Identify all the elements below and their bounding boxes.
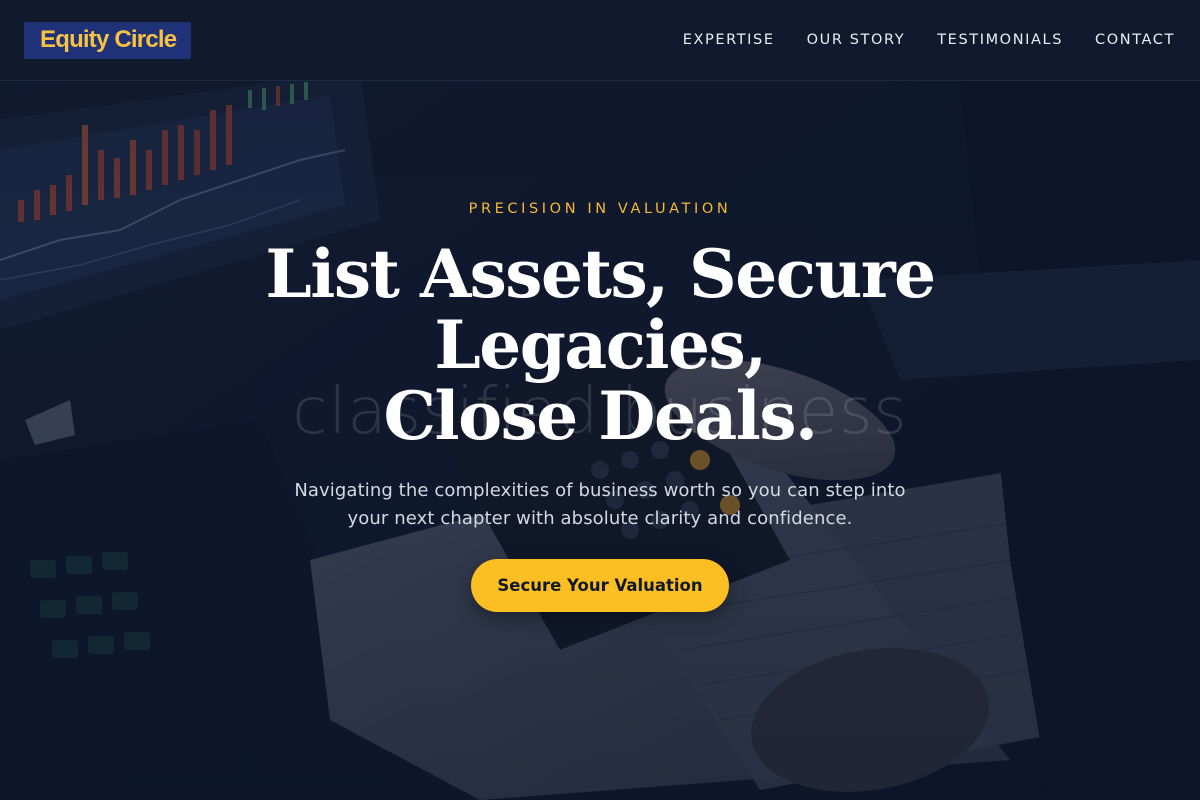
- landing-page: Equity Circle EXPERTISE OUR STORY TESTIM…: [0, 0, 1200, 800]
- nav-link-our-story[interactable]: OUR STORY: [807, 32, 906, 48]
- nav-link-expertise[interactable]: EXPERTISE: [683, 32, 775, 48]
- nav-link-contact[interactable]: CONTACT: [1095, 32, 1175, 48]
- hero-subtext: Navigating the complexities of business …: [270, 477, 930, 533]
- top-navbar: Equity Circle EXPERTISE OUR STORY TESTIM…: [0, 0, 1200, 81]
- hero-section: PRECISION IN VALUATION classified busine…: [0, 81, 1200, 800]
- hero-headline-line-3: Close Deals.: [383, 377, 818, 455]
- hero-headline-line-1: List Assets, Secure: [265, 235, 936, 313]
- secure-valuation-button[interactable]: Secure Your Valuation: [471, 559, 729, 612]
- hero-eyebrow: PRECISION IN VALUATION: [468, 201, 732, 217]
- hero-headline-line-2: Legacies,: [434, 306, 767, 384]
- hero-subtext-line-1: Navigating the complexities of business …: [294, 480, 906, 501]
- brand-logo[interactable]: Equity Circle: [24, 21, 192, 59]
- primary-nav: EXPERTISE OUR STORY TESTIMONIALS CONTACT: [683, 32, 1175, 48]
- nav-link-testimonials[interactable]: TESTIMONIALS: [937, 32, 1063, 48]
- hero-subtext-line-2: your next chapter with absolute clarity …: [347, 508, 853, 529]
- hero-headline: List Assets, Secure Legacies, Close Deal…: [250, 239, 950, 452]
